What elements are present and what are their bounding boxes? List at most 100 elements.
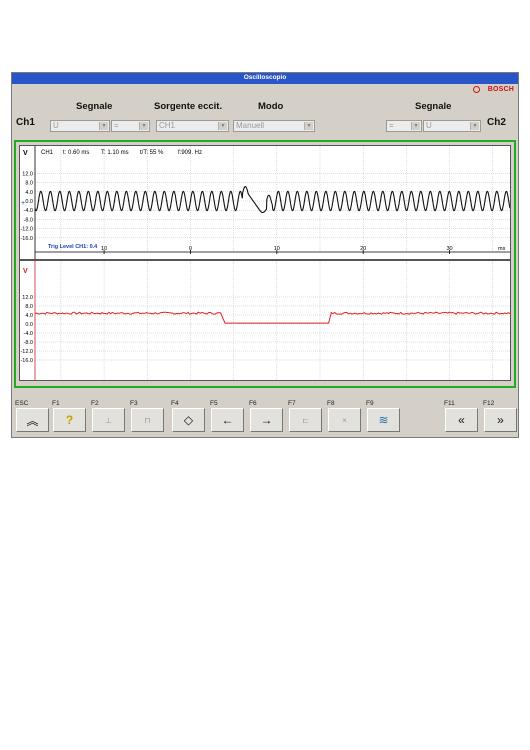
y-tick-label: 4.0	[25, 190, 33, 196]
fkey-label: F4	[171, 400, 179, 407]
ch1-panel: V CH1 t: 0.60 ms T: 1.10 ms t/T: 55 % f:…	[19, 145, 511, 260]
fkey-label: F6	[249, 400, 257, 407]
ch1-trace	[34, 186, 511, 214]
signal-header-left: Segnale	[76, 101, 113, 112]
left-coupling-select[interactable]: = ▼	[111, 120, 150, 132]
source-header: Sorgente eccit.	[154, 101, 223, 112]
title-bar: Oscilloscopio	[12, 73, 518, 84]
y-tick-label: 8.0	[25, 304, 33, 310]
left-coupling-value: =	[114, 121, 119, 130]
chevron-down-icon: ▼	[218, 122, 227, 130]
fkey-esc[interactable]: ESC ︽	[14, 400, 52, 438]
channel-control-bar: Ch1 Ch2 Segnale Sorgente eccit. Modo Seg…	[12, 97, 518, 141]
double-chevron-up-icon[interactable]: ︽	[16, 408, 49, 432]
chevron-down-icon: ▼	[304, 122, 313, 130]
fkey-label: F3	[130, 400, 138, 407]
fkey-label: F9	[366, 400, 374, 407]
y-tick-label: -16.0	[20, 358, 33, 364]
ch2-unit-label: V	[23, 268, 28, 275]
cursor-icon[interactable]: ⊥	[92, 408, 125, 432]
signal-header-right: Segnale	[415, 101, 452, 112]
source-select[interactable]: CH1 ▼	[156, 120, 229, 132]
ch2-trace	[34, 311, 511, 324]
chevron-down-icon: ▼	[470, 122, 479, 130]
y-tick-label: -12.0	[20, 349, 33, 355]
waveform-icon[interactable]: ≋	[367, 408, 400, 432]
fkey-f2[interactable]: F2 ⊥	[90, 400, 128, 438]
fkey-f8[interactable]: F8 ×	[326, 400, 364, 438]
fkey-f1[interactable]: F1?	[51, 400, 89, 438]
ch2-label: Ch2	[487, 117, 506, 128]
window-title: Oscilloscopio	[243, 74, 287, 81]
fkey-f12[interactable]: F12»	[482, 400, 520, 438]
y-tick-label: 4.0	[25, 313, 33, 319]
x-tick-label: 20	[360, 246, 366, 252]
close-x-icon[interactable]: ×	[328, 408, 361, 432]
fkey-label: F2	[91, 400, 99, 407]
right-signal-value: U	[426, 121, 432, 130]
ch1-info-period: T: 1.10 ms	[101, 150, 129, 156]
fkey-f4[interactable]: F4 ◇	[170, 400, 208, 438]
fkey-label: F1	[52, 400, 60, 407]
help-icon[interactable]: ?	[53, 408, 86, 432]
y-tick-label: 0.0	[25, 322, 33, 328]
right-signal-select[interactable]: U ▼	[423, 120, 481, 132]
fkey-label: F8	[327, 400, 335, 407]
source-value: CH1	[159, 121, 176, 130]
ch2-panel: V 12.0 8.0 4.0 0.0 -4.0 -8.0 -12.0 -16.0	[19, 260, 511, 381]
x-tick-label: 30	[446, 246, 452, 252]
x-tick-label: 10	[101, 246, 107, 252]
bosch-logo-icon	[473, 86, 480, 93]
right-coupling-value: =	[389, 121, 394, 130]
right-coupling-select[interactable]: = ▼	[386, 120, 422, 132]
chevron-down-icon: ▼	[139, 122, 148, 130]
zoom-icon[interactable]: ⊏	[289, 408, 322, 432]
x-tick-label: 0	[189, 246, 192, 252]
fkey-f11[interactable]: F11 «	[443, 400, 481, 438]
ch1-x-ticks: 10 0 10 20 30	[101, 246, 453, 254]
fkey-f3[interactable]: F3 ⊓	[129, 400, 167, 438]
ch1-info-freq: f:909. Hz	[178, 150, 202, 156]
ch2-grid	[35, 261, 510, 380]
y-tick-label: -8.0	[24, 217, 33, 223]
ch1-label: Ch1	[16, 117, 35, 128]
ch2-y-ticks: 12.0 8.0 4.0 0.0 -4.0 -8.0 -12.0 -16.0	[20, 295, 33, 364]
y-tick-label: -4.0	[24, 208, 33, 214]
arrow-left-icon[interactable]: ←	[211, 408, 244, 432]
ch1-unit-label: V	[23, 150, 28, 157]
y-tick-label: -4.0	[24, 331, 33, 337]
bosch-logo: BOSCH	[459, 84, 514, 96]
chevron-down-icon: ▼	[99, 122, 108, 130]
y-tick-label: -8.0	[24, 340, 33, 346]
y-tick-label: -16.0	[20, 236, 33, 242]
fkey-f5[interactable]: F5 ←	[209, 400, 247, 438]
fkey-label: F5	[210, 400, 218, 407]
double-chevron-right-icon[interactable]: »	[484, 408, 517, 432]
fkey-label: F12	[483, 400, 495, 407]
left-signal-select[interactable]: U ▼	[50, 120, 110, 132]
ch1-info-channel: CH1	[41, 150, 54, 156]
x-unit-label: ms	[498, 246, 506, 252]
ch1-grid	[35, 146, 510, 252]
mode-value: Manuell	[236, 121, 265, 130]
plot-area: V CH1 t: 0.60 ms T: 1.10 ms t/T: 55 % f:…	[14, 140, 516, 388]
y-tick-label: -12.0	[20, 227, 33, 233]
fkey-label: ESC	[15, 400, 29, 407]
ch1-info-tz: t: 0.60 ms	[63, 150, 89, 156]
bosch-logo-text: BOSCH	[487, 86, 514, 93]
double-chevron-left-icon[interactable]: «	[445, 408, 478, 432]
diamond-icon[interactable]: ◇	[172, 408, 205, 432]
function-key-bar: ESC ︽ F1? F2 ⊥ F3 ⊓ F4 ◇ F5 ← F6 → F7 ⊏ F8 × F9 ≋ F11 «F12»	[12, 400, 518, 438]
fkey-label: F11	[444, 400, 455, 407]
ch2-plot: V 12.0 8.0 4.0 0.0 -4.0 -8.0 -12.0 -16.0	[20, 261, 511, 380]
ch1-info-duty: t/T: 55 %	[140, 150, 164, 156]
y-tick-label: 8.0	[25, 181, 33, 187]
trigger-icon[interactable]: ⊓	[131, 408, 164, 432]
arrow-right-icon[interactable]: →	[250, 408, 283, 432]
fkey-f7[interactable]: F7 ⊏	[287, 400, 325, 438]
fkey-f6[interactable]: F6 →	[248, 400, 286, 438]
mode-select[interactable]: Manuell ▼	[233, 120, 315, 132]
ch1-plot: V CH1 t: 0.60 ms T: 1.10 ms t/T: 55 % f:…	[20, 146, 511, 259]
fkey-f9[interactable]: F9 ≋	[365, 400, 403, 438]
trigger-marker-icon[interactable]: +	[21, 200, 25, 207]
